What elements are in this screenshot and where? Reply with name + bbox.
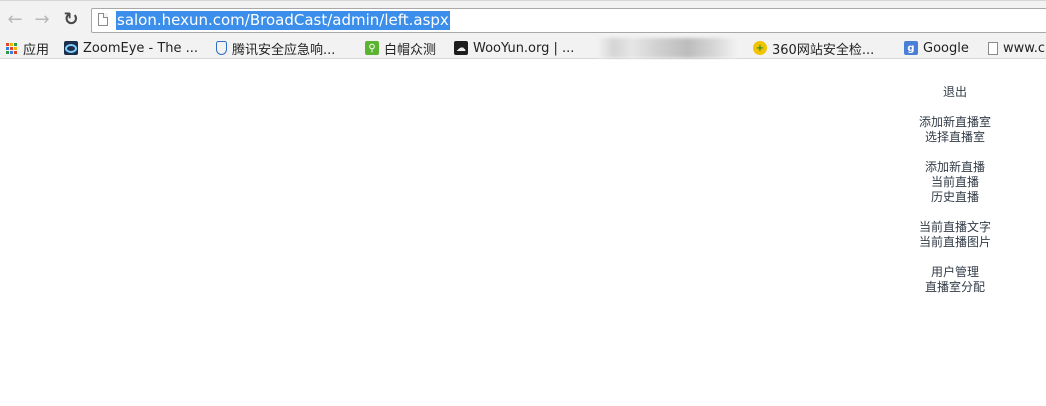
- bookmark-google[interactable]: g Google: [904, 39, 969, 57]
- blurred-bookmark: [597, 38, 737, 58]
- google-icon: g: [904, 41, 918, 55]
- bookmark-label: www.c: [1003, 40, 1045, 56]
- admin-menu: 退出 添加新直播室 选择直播室 添加新直播 当前直播 历史直播 当前直播文字 当…: [900, 85, 1010, 310]
- bookmark-label: Google: [923, 40, 969, 56]
- bookmark-www[interactable]: www.c: [988, 39, 1045, 57]
- tencent-shield-icon: [216, 41, 227, 55]
- page-icon: [98, 13, 108, 26]
- menu-group-rooms: 添加新直播室 选择直播室: [900, 115, 1010, 145]
- logout-link[interactable]: 退出: [900, 85, 1010, 100]
- menu-group-content: 当前直播文字 当前直播图片: [900, 220, 1010, 250]
- bookmark-baimao[interactable]: ⚲ 白帽众测: [365, 39, 437, 58]
- bookmark-label: 腾讯安全应急响...: [232, 42, 336, 58]
- url-text[interactable]: salon.hexun.com/BroadCast/admin/left.asp…: [116, 11, 450, 30]
- browser-toolbar: ← → ↻ salon.hexun.com/BroadCast/admin/le…: [0, 0, 1046, 38]
- page-content: 退出 添加新直播室 选择直播室 添加新直播 当前直播 历史直播 当前直播文字 当…: [0, 60, 1046, 406]
- bookmark-label: 白帽众测: [384, 42, 437, 58]
- bookmarks-bar: 应用 ZoomEye - The ... 腾讯安全应急响... ⚲ 白帽众测 ☁…: [0, 38, 1046, 59]
- wooyun-icon: ☁: [454, 41, 468, 55]
- bookmark-label: 360网站安全检...: [772, 42, 875, 58]
- bookmark-zoomeye[interactable]: ZoomEye - The ...: [64, 39, 198, 57]
- address-bar[interactable]: salon.hexun.com/BroadCast/admin/left.asp…: [91, 8, 1046, 33]
- bookmark-label: 应用: [23, 42, 50, 58]
- add-broadcast-link[interactable]: 添加新直播: [900, 160, 1010, 175]
- room-assignment-link[interactable]: 直播室分配: [900, 280, 1010, 295]
- current-broadcast-text-link[interactable]: 当前直播文字: [900, 220, 1010, 235]
- reload-icon[interactable]: ↻: [60, 9, 82, 31]
- user-management-link[interactable]: 用户管理: [900, 265, 1010, 280]
- bookmark-label: WooYun.org | ...: [473, 40, 575, 56]
- zoomeye-icon: [64, 41, 78, 55]
- menu-group-session: 退出: [900, 85, 1010, 100]
- bookmark-apps[interactable]: 应用: [4, 39, 50, 58]
- page-icon: [988, 41, 998, 55]
- bookmark-360[interactable]: + 360网站安全检...: [753, 39, 875, 58]
- bookmark-tencent[interactable]: 腾讯安全应急响...: [216, 39, 336, 58]
- apps-grid-icon: [4, 41, 18, 55]
- add-room-link[interactable]: 添加新直播室: [900, 115, 1010, 130]
- forward-arrow-icon[interactable]: →: [31, 9, 53, 31]
- menu-group-broadcasts: 添加新直播 当前直播 历史直播: [900, 160, 1010, 205]
- select-room-link[interactable]: 选择直播室: [900, 130, 1010, 145]
- back-arrow-icon[interactable]: ←: [4, 9, 26, 31]
- history-broadcast-link[interactable]: 历史直播: [900, 190, 1010, 205]
- baimao-icon: ⚲: [365, 41, 379, 55]
- bookmark-wooyun[interactable]: ☁ WooYun.org | ...: [454, 39, 574, 57]
- menu-group-users: 用户管理 直播室分配: [900, 265, 1010, 295]
- 360-icon: +: [753, 41, 767, 55]
- current-broadcast-link[interactable]: 当前直播: [900, 175, 1010, 190]
- bookmark-label: ZoomEye - The ...: [83, 40, 199, 56]
- current-broadcast-images-link[interactable]: 当前直播图片: [900, 235, 1010, 250]
